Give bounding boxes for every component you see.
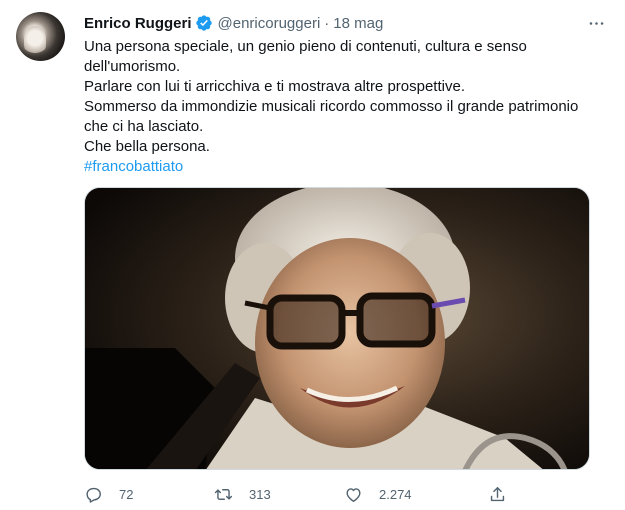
- author-name[interactable]: Enrico Ruggeri: [84, 15, 192, 32]
- reply-icon: [86, 487, 101, 503]
- verified-badge-icon: [195, 14, 213, 32]
- tweet-actions: 72 313 2.274: [84, 483, 554, 505]
- share-icon: [490, 486, 505, 501]
- like-count: 2.274: [379, 486, 412, 502]
- share-button[interactable]: [488, 483, 507, 505]
- tweet-line: Parlare con lui ti arricchiva e ti mostr…: [84, 78, 465, 95]
- tweet-text: Una persona speciale, un genio pieno di …: [84, 37, 594, 177]
- tweet-line: Che bella persona.: [84, 138, 210, 155]
- photo-image: [85, 188, 589, 469]
- reply-button[interactable]: 72: [84, 483, 133, 505]
- author-handle[interactable]: @enricoruggeri: [218, 15, 321, 32]
- retweet-count: 313: [249, 486, 271, 502]
- tweet-line: Una persona speciale, un genio pieno di …: [84, 38, 527, 55]
- tweet-photo[interactable]: [84, 187, 590, 470]
- avatar[interactable]: [16, 12, 65, 61]
- retweet-button[interactable]: 313: [214, 483, 271, 505]
- separator-dot: ·: [324, 14, 330, 32]
- tweet-line: dell'umorismo.: [84, 58, 181, 75]
- retweet-icon: [214, 488, 233, 500]
- tweet-date[interactable]: 18 mag: [333, 15, 383, 32]
- like-button[interactable]: 2.274: [344, 483, 412, 505]
- tweet-header: Enrico Ruggeri @enricoruggeri · 18 mag: [84, 12, 605, 34]
- hashtag-link[interactable]: #francobattiato: [84, 157, 594, 177]
- tweet: Enrico Ruggeri @enricoruggeri · 18 mag U…: [0, 0, 625, 510]
- tweet-line: Sommerso da immondizie musicali ricordo …: [84, 98, 579, 115]
- heart-icon: [346, 487, 361, 502]
- tweet-line: che ci ha lasciato.: [84, 118, 204, 135]
- more-icon[interactable]: [585, 12, 607, 34]
- reply-count: 72: [119, 486, 134, 502]
